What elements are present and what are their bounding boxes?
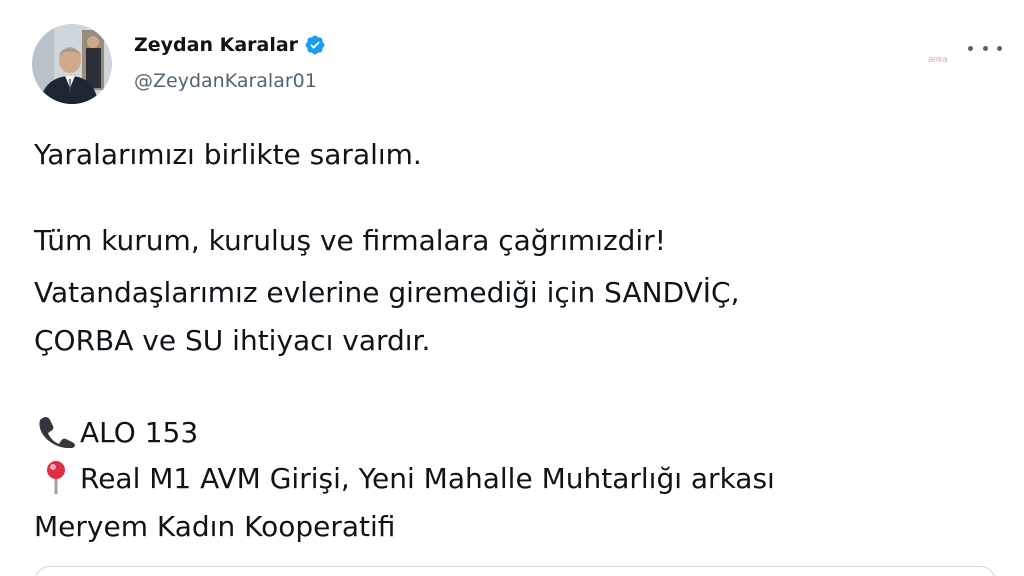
author-name-row[interactable]: Zeydan Karalar xyxy=(134,34,326,56)
watermark: anka xyxy=(928,54,948,64)
telephone-receiver-icon xyxy=(39,417,75,448)
tweet: Zeydan Karalar @ZeydanKaralar01 anka Yar… xyxy=(0,0,1024,576)
tweet-line: ÇORBA ve SU ihtiyacı vardır. xyxy=(34,324,431,357)
tweet-line: Tüm kurum, kuruluş ve firmalara çağrımız… xyxy=(34,224,666,257)
author-handle[interactable]: @ZeydanKaralar01 xyxy=(134,70,317,92)
location-line: Real M1 AVM Girişi, Yeni Mahalle Muhtarl… xyxy=(34,460,775,498)
phone-number: ALO 153 xyxy=(80,416,199,449)
verified-badge-icon xyxy=(305,35,325,55)
tweet-line: Vatandaşlarımız evlerine giremediği için… xyxy=(34,276,740,309)
tweet-line: Yaralarımızı birlikte saralım. xyxy=(34,138,422,171)
phone-line: ALO 153 xyxy=(34,414,198,452)
location-text: Real M1 AVM Girişi, Yeni Mahalle Muhtarl… xyxy=(80,462,775,495)
link-card-edge xyxy=(34,566,996,576)
avatar-photo xyxy=(32,24,112,104)
round-pushpin-icon xyxy=(47,461,65,494)
tweet-line: Meryem Kadın Kooperatifi xyxy=(34,510,396,543)
more-icon[interactable] xyxy=(968,38,1002,58)
avatar[interactable] xyxy=(32,24,112,104)
author-display-name[interactable]: Zeydan Karalar xyxy=(134,34,298,56)
